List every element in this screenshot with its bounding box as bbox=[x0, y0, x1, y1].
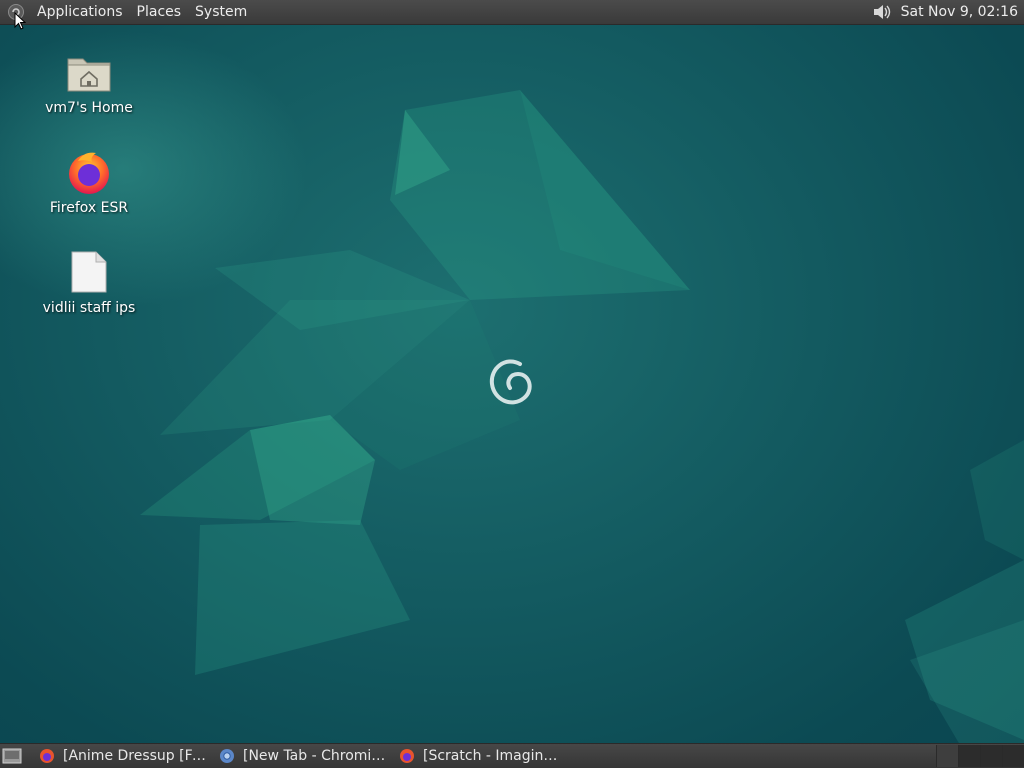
top-panel: Applications Places System Sat Nov 9, 02… bbox=[0, 0, 1024, 25]
taskbar-button-chromium[interactable]: [New Tab - Chromium] bbox=[212, 744, 392, 768]
workspace-3[interactable] bbox=[980, 745, 1002, 767]
firefox-icon bbox=[398, 747, 416, 765]
desktop-screen: Applications Places System Sat Nov 9, 02… bbox=[0, 0, 1024, 768]
home-folder-icon bbox=[65, 48, 113, 96]
bottom-panel: [Anime Dressup [Fem... [New Tab - Chromi… bbox=[0, 743, 1024, 768]
workspace-1[interactable] bbox=[936, 745, 958, 767]
workspace-4[interactable] bbox=[1002, 745, 1024, 767]
menu-system[interactable]: System bbox=[188, 0, 254, 25]
desktop-icon-label: Firefox ESR bbox=[49, 200, 129, 216]
desktop-icon-label: vidlii staff ips bbox=[42, 300, 136, 316]
menu-applications[interactable]: Applications bbox=[30, 0, 130, 25]
chromium-icon bbox=[218, 747, 236, 765]
taskbar-button-label: [Anime Dressup [Fem... bbox=[63, 748, 206, 764]
workspace-switcher[interactable] bbox=[936, 744, 1024, 768]
volume-icon[interactable] bbox=[871, 2, 893, 22]
taskbar-button-label: [Scratch - Imagine, Pr... bbox=[423, 748, 566, 764]
clock[interactable]: Sat Nov 9, 02:16 bbox=[901, 4, 1024, 20]
desktop-icon-label: vm7's Home bbox=[45, 100, 133, 116]
desktop-icon-home[interactable]: vm7's Home bbox=[34, 48, 144, 116]
taskbar-button-anime-dressup[interactable]: [Anime Dressup [Fem... bbox=[32, 744, 212, 768]
menu-places[interactable]: Places bbox=[130, 0, 189, 25]
show-desktop-icon[interactable] bbox=[0, 744, 24, 768]
text-file-icon bbox=[65, 248, 113, 296]
debian-swirl-icon bbox=[489, 359, 532, 405]
workspace-2[interactable] bbox=[958, 745, 980, 767]
firefox-icon bbox=[65, 148, 113, 196]
desktop-icon-text-file[interactable]: vidlii staff ips bbox=[34, 248, 144, 316]
top-panel-tray: Sat Nov 9, 02:16 bbox=[871, 0, 1024, 25]
taskbar-button-scratch[interactable]: [Scratch - Imagine, Pr... bbox=[392, 744, 572, 768]
desktop-icon-firefox[interactable]: Firefox ESR bbox=[34, 148, 144, 216]
mouse-cursor bbox=[14, 12, 26, 30]
taskbar-button-label: [New Tab - Chromium] bbox=[243, 748, 386, 764]
firefox-icon bbox=[38, 747, 56, 765]
